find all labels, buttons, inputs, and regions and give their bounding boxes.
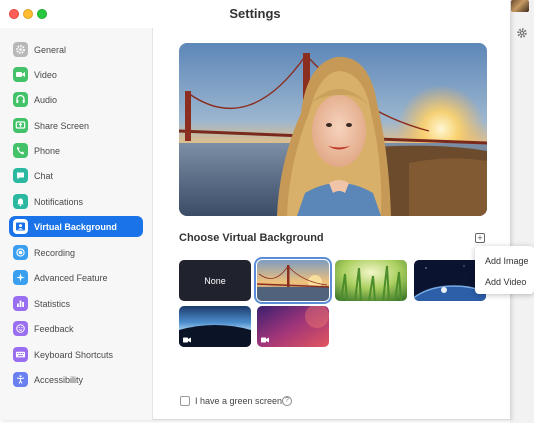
sidebar: General Video Audio Share Screen Phone C… (0, 28, 153, 420)
sparkle-icon (13, 270, 28, 285)
video-camera-icon (261, 337, 269, 343)
keyboard-icon (13, 347, 28, 362)
add-video-menu-item[interactable]: Add Video (485, 277, 526, 287)
background-thumb-golden-gate[interactable] (254, 257, 332, 304)
video-camera-icon (13, 67, 28, 82)
sidebar-item-label: Advanced Feature (34, 272, 108, 283)
help-icon[interactable]: ? (282, 396, 292, 406)
add-image-menu-item[interactable]: Add Image (485, 256, 529, 266)
record-icon (13, 245, 28, 260)
background-thumb-none[interactable]: None (179, 260, 251, 301)
sidebar-item-label: Audio (34, 94, 58, 105)
green-screen-checkbox[interactable] (180, 396, 190, 406)
green-screen-label: I have a green screen (195, 396, 283, 406)
golden-gate-image (257, 260, 329, 301)
sidebar-item-statistics[interactable]: Statistics (9, 293, 143, 314)
sidebar-item-label: Share Screen (34, 120, 90, 131)
bar-chart-icon (13, 296, 28, 311)
sidebar-item-label: Virtual Background (34, 221, 117, 232)
sidebar-item-general[interactable]: General (9, 39, 143, 60)
choose-background-heading: Choose Virtual Background (179, 232, 324, 244)
add-background-menu: Add Image Add Video (475, 246, 534, 294)
thumb-label: None (204, 275, 226, 286)
sidebar-item-label: General (34, 44, 67, 55)
gear-icon[interactable] (516, 27, 528, 39)
sidebar-item-label: Recording (34, 247, 76, 258)
sidebar-item-label: Notifications (34, 196, 84, 207)
bell-icon (13, 194, 28, 209)
avatar (511, 0, 529, 12)
share-screen-icon (13, 118, 28, 133)
sidebar-item-video[interactable]: Video (9, 64, 143, 85)
video-camera-icon (183, 337, 191, 343)
sidebar-item-label: Video (34, 69, 57, 80)
virtual-background-preview (179, 43, 487, 216)
background-thumb-purple[interactable] (257, 306, 329, 347)
window-title: Settings (229, 6, 281, 21)
sidebar-item-advanced-feature[interactable]: Advanced Feature (9, 267, 143, 288)
sidebar-item-label: Keyboard Shortcuts (34, 349, 114, 360)
background-thumb-grass[interactable] (335, 260, 407, 301)
sidebar-item-virtual-background[interactable]: Virtual Background (9, 216, 143, 237)
phone-icon (13, 143, 28, 158)
title-bar: Settings (0, 0, 510, 28)
sidebar-item-label: Feedback (34, 323, 74, 334)
sidebar-item-feedback[interactable]: Feedback (9, 318, 143, 339)
background-thumb-aurora[interactable] (179, 306, 251, 347)
sidebar-item-chat[interactable]: Chat (9, 165, 143, 186)
preview-image (179, 43, 487, 216)
accessibility-icon (13, 372, 28, 387)
sidebar-item-notifications[interactable]: Notifications (9, 191, 143, 212)
sidebar-item-accessibility[interactable]: Accessibility (9, 369, 143, 390)
sidebar-item-keyboard-shortcuts[interactable]: Keyboard Shortcuts (9, 344, 143, 365)
headphones-icon (13, 92, 28, 107)
sidebar-item-phone[interactable]: Phone (9, 140, 143, 161)
sidebar-item-share-screen[interactable]: Share Screen (9, 115, 143, 136)
gear-icon (13, 42, 28, 57)
sidebar-item-recording[interactable]: Recording (9, 242, 143, 263)
add-background-button[interactable]: + (475, 233, 485, 243)
chat-bubble-icon (13, 168, 28, 183)
smiley-icon (13, 321, 28, 336)
sidebar-item-label: Statistics (34, 298, 71, 309)
person-portrait-icon (13, 219, 28, 234)
background-window (510, 0, 534, 423)
sidebar-item-label: Accessibility (34, 374, 84, 385)
grass-image (335, 260, 407, 301)
stage: Settings General Video Audio Share Scree… (0, 0, 534, 423)
sidebar-item-audio[interactable]: Audio (9, 89, 143, 110)
sidebar-item-label: Phone (34, 145, 61, 156)
sidebar-item-label: Chat (34, 170, 54, 181)
settings-window: Settings General Video Audio Share Scree… (0, 0, 511, 420)
